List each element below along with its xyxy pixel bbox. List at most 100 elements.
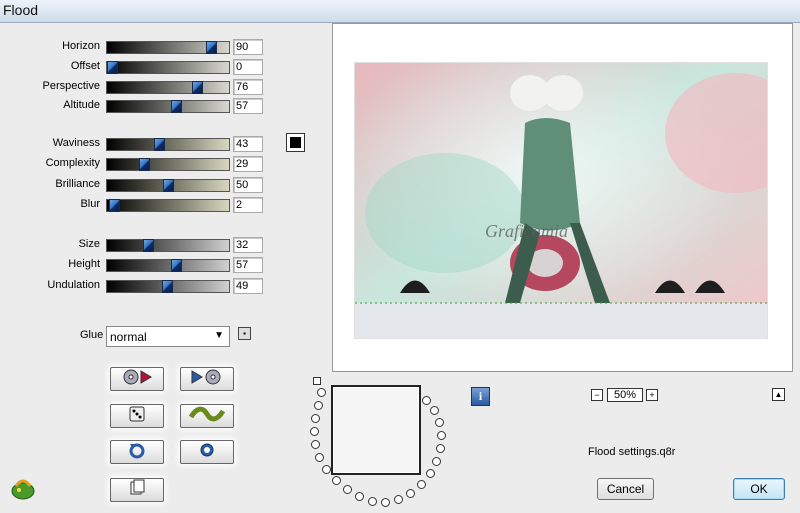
slider-track[interactable] bbox=[106, 100, 230, 113]
ring-dot bbox=[426, 469, 435, 478]
slider-track[interactable] bbox=[106, 280, 230, 293]
disk-play-icon bbox=[123, 369, 152, 385]
slider-thumb[interactable] bbox=[162, 280, 173, 293]
glue-selected-value: normal bbox=[110, 330, 147, 344]
slider-label: Complexity bbox=[45, 157, 100, 169]
filter-plugin-logo-icon bbox=[10, 478, 36, 500]
slider-waviness: Waviness 43 bbox=[0, 136, 263, 152]
ring-dot bbox=[310, 427, 319, 436]
wave-icon bbox=[188, 406, 226, 422]
slider-thumb[interactable] bbox=[107, 61, 118, 74]
slider-track[interactable] bbox=[106, 179, 230, 192]
value-field[interactable]: 43 bbox=[233, 136, 263, 152]
slider-brilliance: Brilliance 50 bbox=[0, 177, 263, 193]
ring-dot bbox=[436, 444, 445, 453]
slider-thumb[interactable] bbox=[109, 199, 120, 212]
slider-undulation: Undulation 49 bbox=[0, 278, 263, 294]
ring-dot bbox=[322, 465, 331, 474]
value-field[interactable]: 57 bbox=[233, 98, 263, 114]
slider-label: Size bbox=[78, 238, 100, 250]
value-field[interactable]: 90 bbox=[233, 39, 263, 55]
load-preset-button[interactable] bbox=[110, 367, 164, 391]
value-field[interactable]: 2 bbox=[233, 197, 263, 213]
slider-thumb[interactable] bbox=[171, 100, 182, 113]
zoom-out-button[interactable]: − bbox=[591, 389, 603, 401]
slider-horizon: Horizon 90 bbox=[0, 39, 263, 55]
title-bar: Flood bbox=[0, 0, 800, 23]
window-title: Flood bbox=[3, 2, 39, 18]
ring-dot bbox=[430, 406, 439, 415]
play-disk-icon bbox=[191, 369, 221, 385]
slider-complexity: Complexity 29 bbox=[0, 156, 263, 172]
about-icon[interactable]: ▲ bbox=[772, 388, 785, 401]
slider-track[interactable] bbox=[106, 81, 230, 94]
zoom-in-button[interactable]: + bbox=[646, 389, 658, 401]
dice-icon bbox=[129, 406, 145, 422]
ring-dot bbox=[343, 485, 352, 494]
ring-dot bbox=[317, 388, 326, 397]
glue-label: Glue bbox=[80, 329, 104, 341]
value-field[interactable]: 57 bbox=[233, 257, 263, 273]
navigator-view[interactable] bbox=[331, 385, 421, 475]
redo-button[interactable] bbox=[180, 440, 234, 464]
ring-dot bbox=[311, 414, 320, 423]
slider-thumb[interactable] bbox=[143, 239, 154, 252]
slider-thumb[interactable] bbox=[163, 179, 174, 192]
value-field[interactable]: 32 bbox=[233, 237, 263, 253]
undo-button[interactable] bbox=[110, 440, 164, 464]
slider-thumb[interactable] bbox=[171, 259, 182, 272]
glue-select[interactable]: normal ▼ bbox=[106, 326, 230, 347]
ring-dot bbox=[368, 497, 377, 506]
slider-label: Altitude bbox=[63, 99, 100, 111]
ring-dot bbox=[437, 431, 446, 440]
copy-button[interactable] bbox=[110, 478, 164, 502]
preview-panel[interactable]: Graficamia bbox=[332, 23, 793, 372]
random-button[interactable] bbox=[110, 404, 164, 428]
redo-icon bbox=[200, 443, 214, 457]
slider-thumb[interactable] bbox=[206, 41, 217, 54]
slider-track[interactable] bbox=[106, 199, 230, 212]
reset-button[interactable] bbox=[180, 404, 234, 428]
ring-dot bbox=[332, 476, 341, 485]
slider-offset: Offset 0 bbox=[0, 59, 263, 75]
value-field[interactable]: 76 bbox=[233, 79, 263, 95]
ring-dot bbox=[435, 418, 444, 427]
slider-track[interactable] bbox=[106, 239, 230, 252]
ring-dot bbox=[314, 401, 323, 410]
undo-icon bbox=[129, 443, 145, 459]
copy-icon bbox=[130, 479, 145, 495]
zoom-level: 50% bbox=[607, 388, 643, 402]
cancel-button[interactable]: Cancel bbox=[597, 478, 654, 500]
slider-thumb[interactable] bbox=[139, 158, 150, 171]
preview-artwork bbox=[355, 63, 767, 338]
value-field[interactable]: 29 bbox=[233, 156, 263, 172]
value-field[interactable]: 49 bbox=[233, 278, 263, 294]
slider-thumb[interactable] bbox=[154, 138, 165, 151]
ok-button[interactable]: OK bbox=[733, 478, 785, 500]
slider-track[interactable] bbox=[106, 259, 230, 272]
ring-dot bbox=[315, 453, 324, 462]
ring-dot bbox=[311, 440, 320, 449]
slider-track[interactable] bbox=[106, 61, 230, 74]
slider-track[interactable] bbox=[106, 158, 230, 171]
slider-blur: Blur 2 bbox=[0, 197, 263, 213]
ring-dot bbox=[394, 495, 403, 504]
slider-thumb[interactable] bbox=[192, 81, 203, 94]
ring-dot bbox=[406, 489, 415, 498]
navigator-handle[interactable] bbox=[313, 377, 321, 385]
save-preset-button[interactable] bbox=[180, 367, 234, 391]
slider-altitude: Altitude 57 bbox=[0, 98, 263, 114]
slider-label: Offset bbox=[70, 60, 100, 72]
slider-label: Brilliance bbox=[55, 178, 100, 190]
value-field[interactable]: 0 bbox=[233, 59, 263, 75]
glue-options-icon[interactable]: ▪ bbox=[238, 327, 251, 340]
slider-label: Blur bbox=[80, 198, 100, 210]
slider-height: Height 57 bbox=[0, 257, 263, 273]
info-icon[interactable]: i bbox=[471, 387, 490, 406]
preview-image[interactable]: Graficamia bbox=[354, 62, 768, 339]
slider-track[interactable] bbox=[106, 138, 230, 151]
value-field[interactable]: 50 bbox=[233, 177, 263, 193]
slider-track[interactable] bbox=[106, 41, 230, 54]
slider-label: Undulation bbox=[47, 279, 100, 291]
color-swatch[interactable] bbox=[286, 133, 305, 152]
